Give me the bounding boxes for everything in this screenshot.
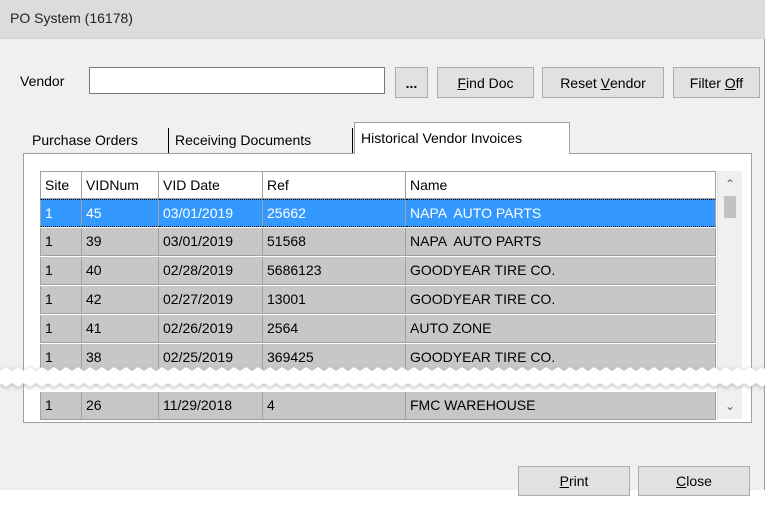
cell-site: 1: [40, 315, 82, 343]
cell-name: NAPA AUTO PARTS: [406, 199, 716, 227]
cell-site: 1: [40, 228, 82, 256]
table-row[interactable]: 1 40 02/28/2019 5686123 GOODYEAR TIRE CO…: [40, 257, 716, 285]
tab-historical-vendor-invoices[interactable]: Historical Vendor Invoices: [354, 122, 570, 154]
cell-name: NAPA AUTO PARTS: [406, 228, 716, 256]
vendor-label: Vendor: [20, 73, 65, 89]
reset-vendor-button[interactable]: Reset Vendor: [542, 67, 664, 98]
chevron-down-icon[interactable]: ⌄: [718, 395, 742, 417]
po-system-window: PO System (16178) Vendor ... Find Doc Re…: [0, 0, 765, 496]
table-row[interactable]: 1 42 02/27/2019 13001 GOODYEAR TIRE CO.: [40, 286, 716, 314]
vendor-lookup-button[interactable]: ...: [395, 67, 428, 98]
print-button[interactable]: Print: [518, 466, 630, 496]
table-row[interactable]: 1 39 03/01/2019 51568 NAPA AUTO PARTS: [40, 228, 716, 256]
find-doc-accel: F: [457, 74, 467, 91]
cell-site: 1: [40, 286, 82, 314]
cell-vidnum: 42: [82, 286, 159, 314]
column-header-vidnum[interactable]: VIDNum: [82, 171, 159, 199]
cell-site: 1: [40, 257, 82, 285]
cell-name: AUTO ZONE: [406, 315, 716, 343]
column-header-vid-date[interactable]: VID Date: [159, 171, 263, 199]
filter-off-button[interactable]: Filter Off: [673, 67, 760, 98]
cell-vid-date: 03/01/2019: [159, 199, 263, 227]
filter-off-accel: O: [724, 74, 736, 91]
column-header-name[interactable]: Name: [406, 171, 716, 199]
cell-ref: 25662: [263, 199, 406, 227]
cell-vidnum: 40: [82, 257, 159, 285]
table-header-row: Site VIDNum VID Date Ref Name: [40, 171, 716, 199]
chevron-up-icon[interactable]: ⌃: [718, 173, 742, 195]
column-header-site[interactable]: Site: [40, 171, 82, 199]
column-header-ref[interactable]: Ref: [263, 171, 406, 199]
title-bar[interactable]: PO System (16178): [0, 0, 765, 39]
cell-ref: 51568: [263, 228, 406, 256]
torn-edge-divider: [0, 367, 765, 389]
table-row-selected[interactable]: 1 45 03/01/2019 25662 NAPA AUTO PARTS: [40, 199, 716, 227]
vendor-lookup-label: ...: [405, 74, 418, 91]
cell-ref: 5686123: [263, 257, 406, 285]
tab-receiving-documents[interactable]: Receiving Documents: [169, 128, 353, 153]
cell-vid-date: 03/01/2019: [159, 228, 263, 256]
find-doc-button[interactable]: Find Doc: [437, 67, 534, 98]
tab-purchase-orders[interactable]: Purchase Orders: [26, 128, 169, 153]
cell-name: GOODYEAR TIRE CO.: [406, 286, 716, 314]
cell-vidnum: 45: [82, 199, 159, 227]
cell-site: 1: [40, 199, 82, 227]
reset-vendor-accel: V: [600, 74, 610, 91]
cell-vidnum: 41: [82, 315, 159, 343]
cell-ref: 2564: [263, 315, 406, 343]
vendor-input[interactable]: [89, 67, 385, 94]
table-row[interactable]: 1 41 02/26/2019 2564 AUTO ZONE: [40, 315, 716, 343]
cell-vid-date: 02/26/2019: [159, 315, 263, 343]
cell-vid-date: 02/28/2019: [159, 257, 263, 285]
close-accel: C: [676, 473, 687, 489]
window-title: PO System (16178): [10, 10, 133, 26]
cell-vid-date: 02/27/2019: [159, 286, 263, 314]
scrollbar-thumb[interactable]: [724, 196, 736, 218]
close-button[interactable]: Close: [638, 466, 750, 496]
cell-ref: 13001: [263, 286, 406, 314]
print-accel: P: [559, 473, 569, 489]
cell-vidnum: 39: [82, 228, 159, 256]
cell-name: GOODYEAR TIRE CO.: [406, 257, 716, 285]
